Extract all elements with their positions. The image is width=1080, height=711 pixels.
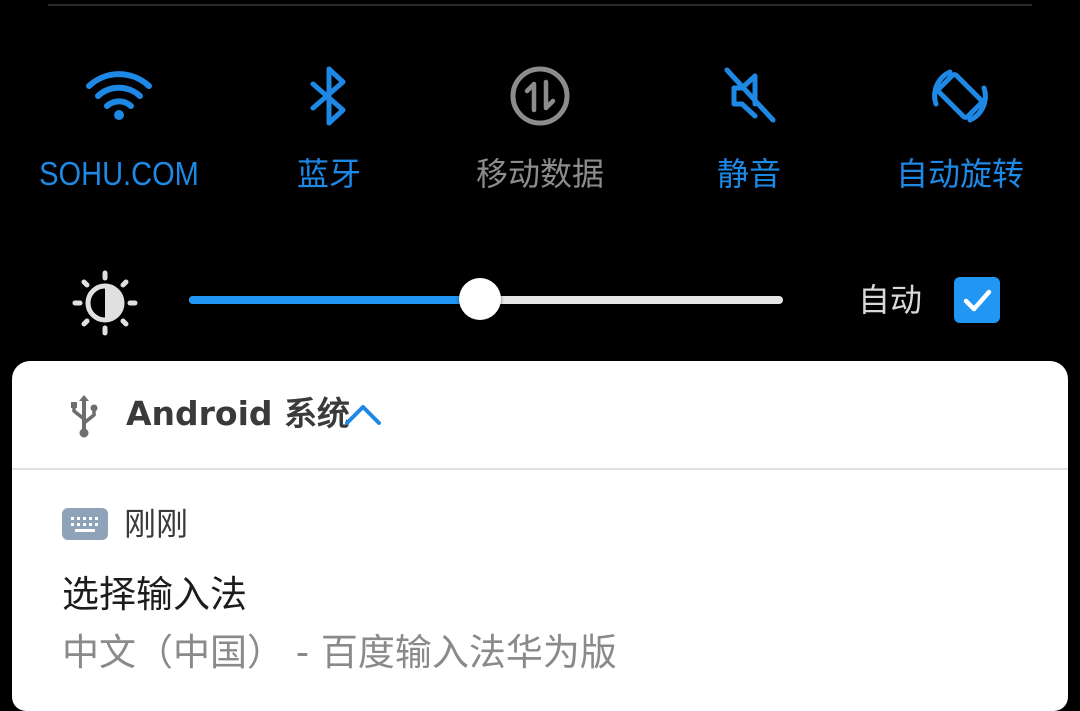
- quick-settings-row: SOHU.COM 蓝牙 移动数据 静音 自动旋转: [0, 58, 1080, 208]
- notification-title: 选择输入法: [62, 573, 247, 616]
- tile-wifi[interactable]: SOHU.COM: [14, 58, 224, 208]
- panel-top-divider: [48, 4, 1032, 6]
- notification-text: 中文（中国） - 百度输入法华为版: [62, 631, 617, 674]
- tile-mute[interactable]: 静音: [644, 58, 854, 208]
- keyboard-icon: [62, 508, 108, 540]
- tile-bluetooth-label: 蓝牙: [296, 155, 361, 193]
- checkmark-icon: [963, 289, 992, 312]
- usb-icon: [66, 393, 102, 439]
- auto-brightness-checkbox[interactable]: [954, 277, 1000, 323]
- brightness-icon: [72, 270, 138, 336]
- tile-auto-rotate[interactable]: 自动旋转: [855, 58, 1065, 208]
- mobile-data-icon: [500, 58, 580, 138]
- tile-mute-label: 静音: [716, 155, 781, 193]
- auto-brightness-label: 自动: [858, 281, 923, 319]
- notification-card[interactable]: Android 系统 刚刚 选择输入法 中文（中国） - 百度输入法华为版: [12, 361, 1068, 711]
- wifi-icon: [79, 58, 159, 138]
- tile-auto-rotate-label: 自动旋转: [895, 155, 1024, 193]
- tile-mobile-data-label: 移动数据: [475, 155, 604, 193]
- brightness-slider[interactable]: [189, 278, 783, 320]
- brightness-row: 自动: [0, 260, 1080, 340]
- bluetooth-icon: [289, 58, 369, 138]
- notification-time: 刚刚: [124, 505, 189, 543]
- tile-bluetooth[interactable]: 蓝牙: [224, 58, 434, 208]
- mute-icon: [709, 58, 789, 138]
- tile-wifi-label: SOHU.COM: [39, 155, 199, 192]
- auto-rotate-icon: [920, 58, 1000, 138]
- brightness-slider-thumb[interactable]: [459, 278, 502, 320]
- notification-divider: [12, 468, 1068, 470]
- chevron-up-icon[interactable]: [342, 399, 384, 429]
- notification-header[interactable]: Android 系统: [12, 361, 1068, 468]
- tile-mobile-data[interactable]: 移动数据: [435, 58, 645, 208]
- brightness-slider-fill: [189, 296, 481, 304]
- notification-app-name: Android 系统: [126, 394, 351, 433]
